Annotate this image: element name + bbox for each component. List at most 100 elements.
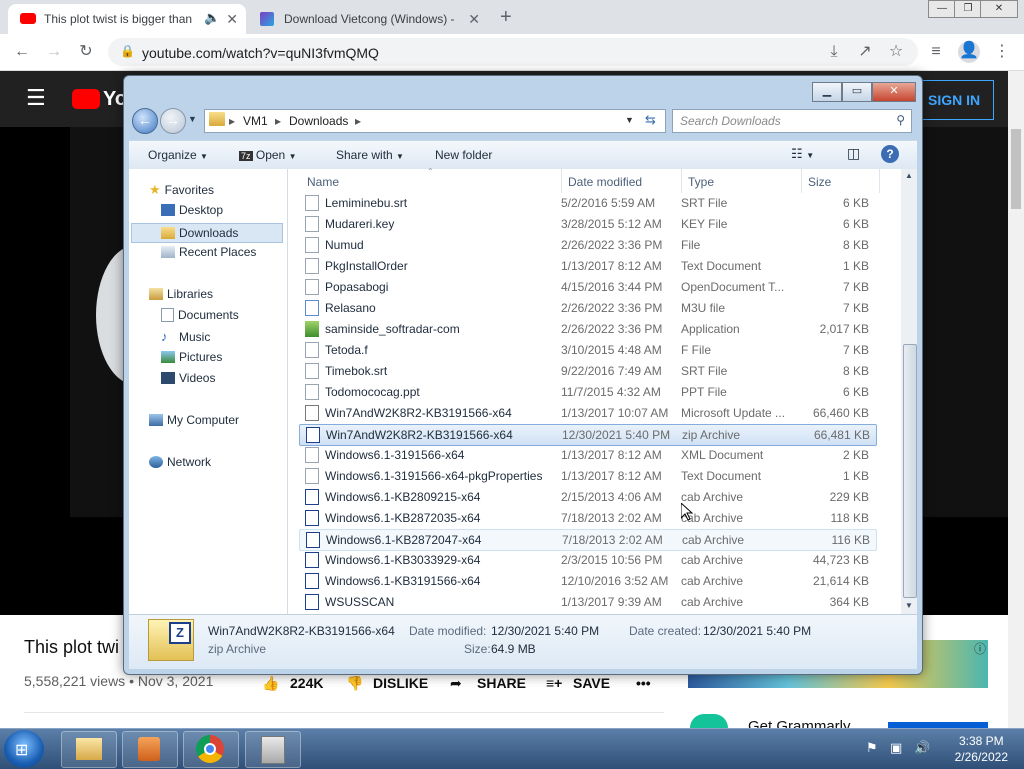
dialog-maximize-button[interactable]: ▭ (842, 82, 872, 102)
save-icon[interactable]: ≡+ (546, 675, 562, 691)
close-button[interactable]: ✕ (980, 0, 1018, 18)
nav-my-computer[interactable]: My Computer (149, 413, 239, 427)
file-row[interactable]: PkgInstallOrder 1/13/2017 8:12 AM Text Doc… (299, 256, 875, 276)
file-row[interactable]: Mudareri.key 3/28/2015 5:12 AM KEY File 6 K… (299, 214, 875, 234)
search-icon[interactable]: ⚲ (896, 113, 905, 127)
scroll-thumb[interactable] (903, 344, 917, 598)
column-separator[interactable] (801, 169, 802, 193)
taskbar-archive[interactable] (245, 731, 301, 768)
scrollbar-thumb[interactable] (1011, 129, 1021, 209)
scroll-up-icon[interactable]: ▲ (905, 171, 913, 180)
file-row[interactable]: Lemiminebu.srt 5/2/2016 5:59 AM SRT File 6 … (299, 193, 875, 213)
menu-icon[interactable]: ⋮ (992, 42, 1012, 62)
nav-libraries[interactable]: Libraries (149, 287, 213, 301)
youtube-logo-icon[interactable] (72, 89, 100, 109)
view-options-icon[interactable]: ☷ ▼ (791, 146, 814, 162)
file-row[interactable]: Relasano 2/26/2022 3:36 PM M3U file 7 KB (299, 298, 875, 318)
column-name[interactable]: Name (307, 175, 339, 189)
start-button[interactable]: ⊞ (4, 730, 44, 768)
tab-youtube[interactable]: This plot twist is bigger than 🔈 ✕ (8, 4, 246, 34)
taskbar-media-player[interactable] (122, 731, 178, 768)
forward-arrow-icon[interactable]: → (160, 108, 186, 134)
recent-pages-dropdown-icon[interactable]: ▼ (188, 114, 197, 124)
file-list-scrollbar[interactable]: ▲ ▼ (901, 169, 917, 614)
volume-icon[interactable]: 🔊 (914, 740, 930, 756)
column-size[interactable]: Size (808, 175, 831, 189)
share-button[interactable]: SHARE (477, 675, 526, 691)
back-icon[interactable]: ← (12, 42, 32, 62)
tab-close-icon[interactable]: ✕ (226, 11, 238, 28)
like-icon[interactable]: 👍 (262, 675, 279, 692)
chevron-right-icon[interactable]: ▸ (229, 114, 235, 128)
nav-music[interactable]: ♪ Music (161, 329, 210, 344)
nav-network[interactable]: Network (149, 455, 211, 469)
file-row[interactable]: Numud 2/26/2022 3:36 PM File 8 KB (299, 235, 875, 255)
minimize-button[interactable]: — (928, 0, 956, 18)
search-box[interactable]: Search Downloads ⚲ (672, 109, 912, 133)
column-type[interactable]: Type (688, 175, 714, 189)
bookmark-star-icon[interactable]: ☆ (886, 42, 906, 62)
file-row[interactable]: Timebok.srt 9/22/2016 7:49 AM SRT File 8 KB (299, 361, 875, 381)
share-with-button[interactable]: Share with ▼ (336, 148, 404, 162)
file-row[interactable]: Win7AndW2K8R2-KB3191566-x64 1/13/2017 10:… (299, 403, 875, 423)
file-row[interactable]: Windows6.1-3191566-x64 1/13/2017 8:12 AM X… (299, 445, 875, 465)
media-control-icon[interactable]: ≡ (926, 42, 946, 62)
file-row[interactable]: saminside_softradar-com 2/26/2022 3:36 PM… (299, 319, 875, 339)
nav-videos[interactable]: Videos (161, 371, 215, 385)
file-row[interactable]: Windows6.1-3191566-x64-pkgProperties 1/13… (299, 466, 875, 486)
install-icon[interactable]: ⤓ (824, 42, 844, 62)
sign-in-button[interactable]: SIGN IN (918, 80, 994, 120)
column-separator[interactable] (879, 169, 880, 193)
column-separator[interactable] (561, 169, 562, 193)
nav-documents[interactable]: Documents (161, 308, 239, 322)
save-button[interactable]: SAVE (573, 675, 610, 691)
hamburger-menu-icon[interactable]: ☰ (26, 87, 46, 109)
new-tab-button[interactable]: + (500, 6, 512, 29)
nav-desktop[interactable]: Desktop (161, 203, 223, 217)
nav-favorites[interactable]: ★ Favorites (149, 182, 214, 198)
breadcrumb-downloads[interactable]: Downloads (289, 114, 348, 128)
address-breadcrumb[interactable]: ▸ VM1 ▸ Downloads ▸ ▼ ⇆ (204, 109, 666, 133)
breadcrumb-vm1[interactable]: VM1 (243, 114, 268, 128)
address-dropdown-icon[interactable]: ▼ (625, 115, 634, 125)
file-row[interactable]: Windows6.1-KB2809215-x64 2/15/2013 4:06 A… (299, 487, 875, 507)
file-row[interactable]: Win7AndW2K8R2-KB3191566-x64 12/30/2021 5:… (299, 424, 877, 446)
nav-downloads[interactable]: Downloads (131, 223, 283, 243)
file-row[interactable]: Windows6.1-KB3191566-x64 12/10/2016 3:52 … (299, 571, 875, 591)
organize-button[interactable]: Organize ▼ (148, 148, 208, 162)
dialog-minimize-button[interactable]: ▁ (812, 82, 842, 102)
share-arrow-icon[interactable]: ➦ (450, 675, 462, 692)
forward-icon[interactable]: → (44, 42, 64, 62)
page-scrollbar[interactable] (1008, 71, 1024, 728)
dialog-close-button[interactable]: ✕ (872, 82, 916, 102)
maximize-button[interactable]: ❐ (954, 0, 982, 18)
address-bar[interactable]: 🔒 youtube.com/watch?v=quNI3fvmQMQ (108, 38, 918, 66)
file-row[interactable]: Windows6.1-KB3033929-x64 2/3/2015 10:56 P… (299, 550, 875, 570)
taskbar-clock[interactable]: 3:38 PM 2/26/2022 (955, 733, 1008, 765)
taskbar-chrome[interactable] (183, 731, 239, 768)
like-count[interactable]: 224K (290, 675, 323, 691)
ad-info-icon[interactable]: ⓘ (974, 640, 986, 657)
dislike-icon[interactable]: 👎 (346, 675, 363, 692)
nav-pictures[interactable]: Pictures (161, 350, 222, 364)
open-button[interactable]: 7z Open ▼ (239, 148, 296, 162)
help-icon[interactable]: ? (881, 145, 899, 163)
file-row[interactable]: Todomococag.ppt 11/7/2015 4:32 AM PPT File… (299, 382, 875, 402)
profile-avatar-icon[interactable]: 👤 (958, 41, 980, 63)
chevron-right-icon[interactable]: ▸ (355, 114, 361, 128)
back-arrow-icon[interactable]: ← (132, 108, 158, 134)
more-actions-button[interactable]: ••• (636, 675, 651, 691)
file-row[interactable]: Popasabogi 4/15/2016 3:44 PM OpenDocument … (299, 277, 875, 297)
new-folder-button[interactable]: New folder (435, 148, 492, 162)
refresh-icon[interactable]: ⇆ (645, 112, 656, 128)
file-row[interactable]: WSUSSCAN 1/13/2017 9:39 AM cab Archive 364 … (299, 592, 875, 612)
preview-pane-icon[interactable]: ◫ (847, 145, 860, 162)
file-row[interactable]: Tetoda.f 3/10/2015 4:48 AM F File 7 KB (299, 340, 875, 360)
network-tray-icon[interactable]: ▣ (890, 740, 902, 756)
column-separator[interactable] (681, 169, 682, 193)
scroll-down-icon[interactable]: ▼ (905, 601, 913, 610)
column-date[interactable]: Date modified (568, 175, 642, 189)
tab-close-icon[interactable]: ✕ (468, 11, 480, 28)
reload-icon[interactable]: ↻ (76, 42, 96, 62)
share-icon[interactable]: ↗ (855, 42, 875, 62)
